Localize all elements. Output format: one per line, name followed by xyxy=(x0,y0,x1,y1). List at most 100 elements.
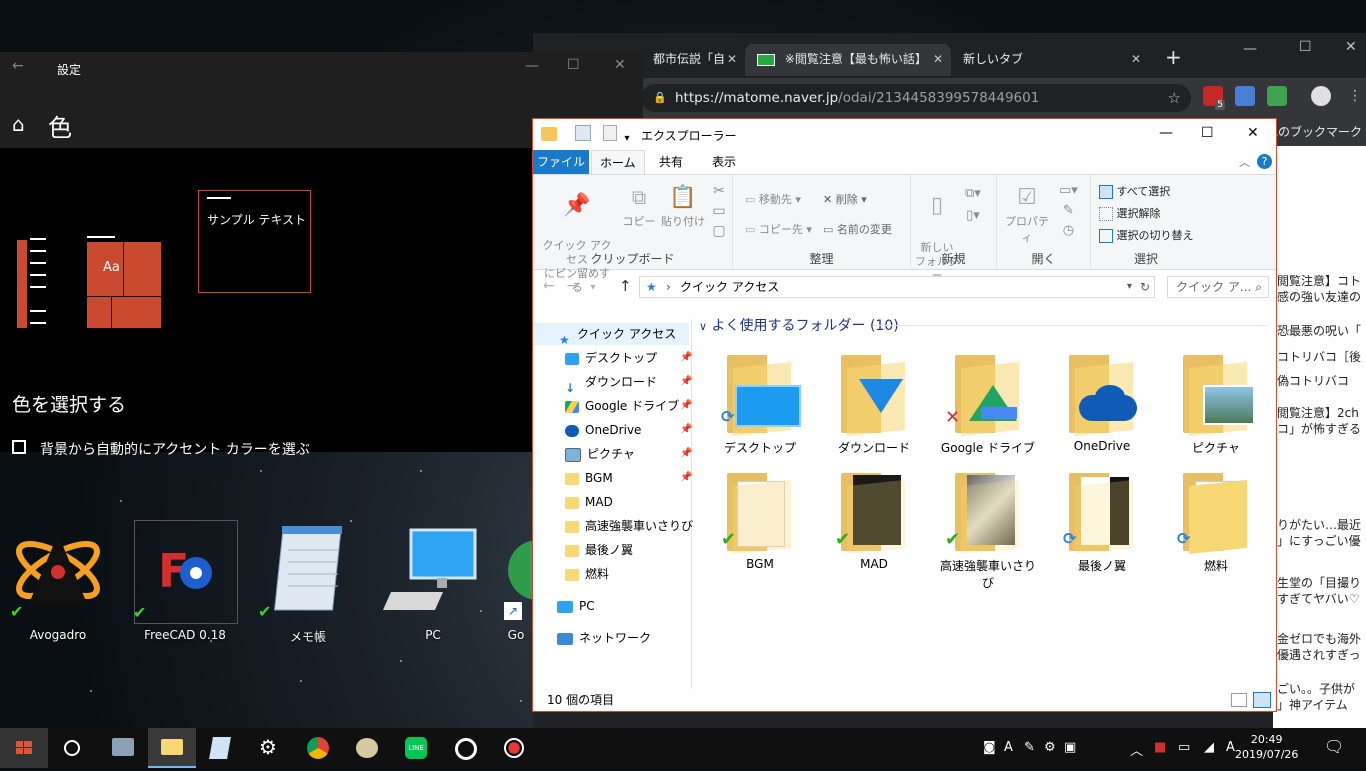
extension-icon[interactable] xyxy=(1267,86,1287,106)
folder-item-mad[interactable]: ✔ MAD xyxy=(819,465,929,585)
auto-accent-checkbox[interactable] xyxy=(12,440,26,454)
collapse-ribbon-icon[interactable]: ︿ xyxy=(1239,154,1250,170)
maximize-icon[interactable]: ☐ xyxy=(567,57,580,73)
desktop-icon-notepad[interactable]: ✔ メモ帳 xyxy=(258,520,358,644)
page-text-line[interactable]: ごい。。子供が xyxy=(1277,680,1355,697)
wifi-icon[interactable]: ◢ xyxy=(1204,740,1214,755)
taskbar-app-paint[interactable] xyxy=(343,728,391,768)
help-icon[interactable]: ? xyxy=(1257,154,1272,169)
sidebar-item-google-drive[interactable]: Google ドライブ 📌 xyxy=(565,395,692,417)
folder-item-downloads[interactable]: ダウンロード xyxy=(819,347,929,467)
page-text-line[interactable]: 金ゼロでも海外 xyxy=(1277,630,1361,647)
taskbar-app-recorder[interactable] xyxy=(490,728,538,768)
tab-home[interactable]: ホーム xyxy=(591,150,645,174)
address-bar[interactable]: 🔒 https://matome.naver.jp/odai/213445839… xyxy=(641,84,1191,112)
home-icon[interactable]: ⌂ xyxy=(12,112,25,136)
folder-item-onedrive[interactable]: OneDrive xyxy=(1047,347,1157,467)
customize-dropdown-icon[interactable]: ▾ xyxy=(624,133,629,144)
new-item-button[interactable]: ⧉▾ ▯▾ xyxy=(965,183,981,227)
page-text-line[interactable]: 恐最悪の呪い「 xyxy=(1277,322,1361,339)
folder-item-isaribi[interactable]: ✔ 高速強襲車いさり び xyxy=(933,465,1043,590)
group-header[interactable]: ∨ よく使用するフォルダー (10) xyxy=(699,315,899,335)
large-icons-view-icon[interactable] xyxy=(1253,692,1271,708)
tray-app-icon[interactable]: ▣ xyxy=(1064,740,1076,755)
recent-dropdown-icon[interactable]: ▾ xyxy=(590,282,607,293)
forward-icon[interactable]: → xyxy=(567,278,591,294)
sidebar-item-saigo-no-tsubasa[interactable]: 最後ノ翼 xyxy=(565,539,689,561)
folder-item-nenryo[interactable]: ⟳ 燃料 xyxy=(1161,465,1271,585)
close-icon[interactable]: ✕ xyxy=(1247,125,1259,141)
close-icon[interactable]: ✕ xyxy=(933,44,943,74)
sidebar-item-pc[interactable]: PC xyxy=(557,595,689,617)
tab-view[interactable]: 表示 xyxy=(704,150,744,174)
properties-button[interactable]: ☑ プロパティ xyxy=(1001,185,1053,245)
folder-item-saigo-no-tsubasa[interactable]: ⟳ 最後ノ翼 xyxy=(1047,465,1157,585)
back-arrow-icon[interactable]: ← xyxy=(12,58,24,74)
page-text-line[interactable]: 生堂の「目撮り xyxy=(1277,574,1361,591)
delete-button[interactable]: ✕ 削除 ▾ xyxy=(823,191,867,207)
rename-button[interactable]: ▭ 名前の変更 xyxy=(823,221,892,237)
taskbar-app-chrome[interactable] xyxy=(294,728,342,768)
invert-selection-button[interactable]: 選択の切り替え xyxy=(1099,227,1194,243)
desktop-icon-avogadro[interactable]: ✔ Avogadro xyxy=(8,520,108,642)
tray-app-icon[interactable]: ◙ xyxy=(983,740,996,755)
page-text-line[interactable]: 閲覧注意】2ch xyxy=(1277,404,1359,421)
sidebar-item-nenryo[interactable]: 燃料 xyxy=(565,563,689,585)
sidebar-item-onedrive[interactable]: OneDrive 📌 xyxy=(565,419,692,441)
taskbar-app-notepad[interactable] xyxy=(196,728,244,768)
desktop-icon-pc[interactable]: PC xyxy=(383,520,483,642)
tab-file[interactable]: ファイル xyxy=(533,150,589,174)
sidebar-item-network[interactable]: ネットワーク xyxy=(557,627,689,649)
page-text-line[interactable]: 優遇されすぎっ xyxy=(1277,646,1361,663)
close-icon[interactable]: ✕ xyxy=(614,57,626,73)
close-icon[interactable]: ✕ xyxy=(1131,44,1141,74)
close-icon[interactable]: ✕ xyxy=(1345,39,1357,55)
address-bar[interactable]: ★ › クイック アクセス ▾ ↻ xyxy=(639,276,1155,298)
sidebar-item-downloads[interactable]: ↓ ダウンロード 📌 xyxy=(565,371,692,395)
copy-to-button[interactable]: ▭ コピー先 ▾ xyxy=(745,221,812,237)
ime-indicator[interactable]: A xyxy=(1226,740,1235,755)
show-hidden-icons-chevron-icon[interactable]: ︿ xyxy=(1130,740,1143,759)
taskbar-app-explorer[interactable] xyxy=(148,728,196,768)
taskbar-app-obs[interactable] xyxy=(441,728,489,768)
tray-app-icon[interactable]: ⚙ xyxy=(1044,740,1056,755)
folder-item-pictures[interactable]: ピクチャ xyxy=(1161,347,1271,467)
back-icon[interactable]: ← xyxy=(543,278,567,294)
close-icon[interactable]: ✕ xyxy=(727,44,737,74)
minimize-icon[interactable]: — xyxy=(1243,41,1257,57)
new-tab-button[interactable]: + xyxy=(1165,45,1182,69)
clock[interactable]: 20:49 2019/07/26 xyxy=(1235,732,1298,762)
sidebar-item-mad[interactable]: MAD xyxy=(565,491,689,513)
sidebar-item-isaribi[interactable]: 高速強襲車いさりび xyxy=(565,515,693,537)
refresh-icon[interactable]: ↻ xyxy=(1140,277,1150,297)
details-view-icon[interactable] xyxy=(1231,693,1247,707)
select-none-button[interactable]: 選択解除 xyxy=(1099,205,1161,221)
chrome-tab-2[interactable]: ※閲覧注意【最も怖い話】 ✕ xyxy=(745,44,951,76)
paste-button[interactable]: 📋 貼り付け xyxy=(661,185,705,229)
open-small-buttons[interactable]: ▭▾ ✎ ◷ xyxy=(1059,181,1078,241)
cortana-button[interactable] xyxy=(48,728,96,768)
chrome-tab-1[interactable]: 都市伝説「自 ✕ xyxy=(641,44,745,76)
notification-icon[interactable]: 🗨 xyxy=(1324,737,1344,756)
tray-app-icon[interactable]: ✎ xyxy=(1024,740,1035,755)
bookmark-star-icon[interactable]: ☆ xyxy=(1168,84,1181,112)
folder-item-google-drive[interactable]: ✕ Google ドライブ xyxy=(933,347,1043,467)
maximize-icon[interactable]: ☐ xyxy=(1299,39,1312,55)
maximize-icon[interactable]: ☐ xyxy=(1201,125,1214,141)
start-button[interactable] xyxy=(0,728,48,768)
taskbar-app-settings[interactable]: ⚙ xyxy=(245,728,293,768)
copy-button[interactable]: ⧉ コピー xyxy=(621,185,657,229)
copy-path-icon[interactable]: ▭ xyxy=(709,201,729,221)
battery-icon[interactable]: ▭ xyxy=(1178,740,1190,755)
clipboard-small-buttons[interactable]: ✂ ▭ ▢ xyxy=(709,181,729,241)
sidebar-item-bgm[interactable]: BGM 📌 xyxy=(565,467,692,489)
chrome-tab-3[interactable]: 新しいタブ ✕ xyxy=(951,44,1149,76)
minimize-icon[interactable]: — xyxy=(1159,125,1173,141)
new-folder-icon[interactable] xyxy=(602,125,617,141)
up-icon[interactable]: ↑ xyxy=(619,277,632,295)
move-to-button[interactable]: ▭ 移動先 ▾ xyxy=(745,191,801,207)
paste-shortcut-icon[interactable]: ▢ xyxy=(709,221,729,241)
taskbar-app-control-panel[interactable] xyxy=(98,728,146,768)
address-dropdown-icon[interactable]: ▾ xyxy=(1127,277,1132,297)
select-all-button[interactable]: すべて選択 xyxy=(1099,183,1170,199)
